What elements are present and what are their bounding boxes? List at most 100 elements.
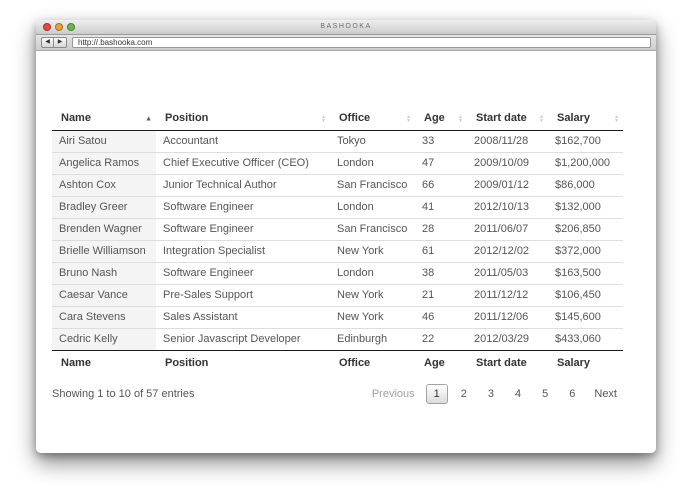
cell-age: 47 (415, 152, 467, 175)
table-row[interactable]: Ashton Cox Junior Technical Author San Fra… (52, 174, 623, 197)
minimize-button[interactable] (55, 23, 63, 31)
column-header-position[interactable]: Position ▲ ▼ (156, 107, 330, 131)
back-button[interactable]: ◀ (41, 37, 54, 48)
column-label: Office (339, 112, 371, 124)
cell-position: Junior Technical Author (156, 174, 330, 197)
cell-office: New York (330, 240, 415, 263)
cell-salary: $162,700 (548, 130, 623, 153)
cell-office: San Francisco (330, 218, 415, 241)
cell-position: Chief Executive Officer (CEO) (156, 152, 330, 175)
cell-age: 28 (415, 218, 467, 241)
cell-start-date: 2011/12/06 (467, 306, 548, 329)
sort-icon: ▲ ▼ (539, 113, 544, 124)
table-body: Airi Satou Accountant Tokyo 33 2008/11/28 $16… (52, 130, 623, 351)
cell-salary: $106,450 (548, 284, 623, 307)
cell-salary: $1,200,000 (548, 152, 623, 175)
page-button-1[interactable]: 1 (425, 384, 448, 404)
page-button-4[interactable]: 4 (507, 384, 529, 404)
cell-salary: $433,060 (555, 333, 601, 345)
table-row[interactable]: Cedric Kelly Senior Javascript Developer E… (52, 328, 623, 351)
cell-age: 46 (415, 306, 467, 329)
cell-age: 41 (415, 196, 467, 219)
cell-salary: $372,000 (548, 240, 623, 263)
cell-salary: $206,850 (548, 218, 623, 241)
column-label: Age (424, 112, 445, 124)
column-header-age[interactable]: Age ▲ ▼ (415, 107, 467, 131)
footer-column-name: Name (52, 350, 156, 376)
cell-position: Software Engineer (156, 196, 330, 219)
table-row[interactable]: Brenden Wagner Software Engineer San Franc… (52, 218, 623, 241)
next-button[interactable]: Next (588, 385, 623, 403)
page-button-5[interactable]: 5 (534, 384, 556, 404)
sort-asc-icon: ▲ (145, 115, 152, 122)
page-button-6[interactable]: 6 (561, 384, 583, 404)
footer-column-office: Office (330, 350, 415, 376)
page-button-3[interactable]: 3 (480, 384, 502, 404)
cell-office: London (330, 262, 415, 285)
cell-start-date: 2012/12/02 (467, 240, 548, 263)
table-row[interactable]: Airi Satou Accountant Tokyo 33 2008/11/28 $16… (52, 130, 623, 153)
cell-start-date: 2011/06/07 (467, 218, 548, 241)
table-header-row: Name ▲ Position ▲ ▼ Office ▲ ▼ Age ▲ ▼ Start date ▲ ▼… (52, 107, 623, 131)
cell-office: New York (330, 306, 415, 329)
data-table: Name ▲ Position ▲ ▼ Office ▲ ▼ Age ▲ ▼ Start date ▲ ▼… (52, 107, 623, 376)
url-field[interactable]: http://.bashooka.com (72, 37, 651, 48)
cell-age: 38 (415, 262, 467, 285)
footer-column-start-date: Start date (467, 350, 548, 376)
footer-column-salary: Salary (548, 350, 623, 376)
cell-salary: $163,500 (548, 262, 623, 285)
close-button[interactable] (43, 23, 51, 31)
cell-start-date: 2011/12/12 (467, 284, 548, 307)
window-title: BASHOOKA (320, 23, 372, 30)
column-header-office[interactable]: Office ▲ ▼ (330, 107, 415, 131)
cell-salary: $132,000 (548, 196, 623, 219)
column-label: Salary (557, 112, 591, 124)
cell-position: Software Engineer (156, 262, 330, 285)
page-content: Name ▲ Position ▲ ▼ Office ▲ ▼ Age ▲ ▼ Start date ▲ ▼… (36, 51, 656, 404)
table-controls: Showing 1 to 10 of 57 entries Previous 1… (52, 384, 623, 404)
table-row[interactable]: Caesar Vance Pre-Sales Support New York 21 2… (52, 284, 623, 307)
column-header-name[interactable]: Name ▲ (52, 107, 156, 131)
cell-position: Pre-Sales Support (156, 284, 330, 307)
back-icon: ◀ (45, 39, 50, 45)
column-label: Name (61, 112, 91, 124)
forward-button[interactable]: ▶ (54, 37, 67, 48)
table-row[interactable]: Bruno Nash Software Engineer London 38 2011/… (52, 262, 623, 285)
cell-start-date: 2009/01/12 (467, 174, 548, 197)
cell-age: 33 (415, 130, 467, 153)
cell-name: Cedric Kelly (52, 328, 156, 351)
cell-office: London (330, 196, 415, 219)
cell-name: Angelica Ramos (52, 152, 156, 175)
table-row[interactable]: Angelica Ramos Chief Executive Officer (C… (52, 152, 623, 175)
table-row[interactable]: Brielle Williamson Integration Specialist… (52, 240, 623, 263)
sort-icon: ▲ ▼ (406, 113, 411, 124)
footer-column-position: Position (156, 350, 330, 376)
column-header-start-date[interactable]: Start date ▲ ▼ (467, 107, 548, 131)
table-row[interactable]: Cara Stevens Sales Assistant New York 46 201… (52, 306, 623, 329)
cell-position: Accountant (156, 130, 330, 153)
cell-salary: $145,600 (548, 306, 623, 329)
cell-position: Sales Assistant (156, 306, 330, 329)
previous-button[interactable]: Previous (366, 385, 421, 403)
cell-salary: $86,000 (548, 174, 623, 197)
cell-office: New York (330, 284, 415, 307)
cell-age: 21 (415, 284, 467, 307)
cell-position: Software Engineer (156, 218, 330, 241)
table-row[interactable]: Bradley Greer Software Engineer London 41 20… (52, 196, 623, 219)
table-info: Showing 1 to 10 of 57 entries (52, 388, 195, 400)
page-button-2[interactable]: 2 (453, 384, 475, 404)
zoom-button[interactable] (67, 23, 75, 31)
cell-age: 66 (415, 174, 467, 197)
cell-name: Bradley Greer (52, 196, 156, 219)
cell-office: Tokyo (330, 130, 415, 153)
forward-icon: ▶ (57, 39, 63, 45)
cell-position: Integration Specialist (156, 240, 330, 263)
cell-name: Airi Satou (52, 130, 156, 153)
cell-name: Caesar Vance (52, 284, 156, 307)
cell-name: Brenden Wagner (52, 218, 156, 241)
column-header-salary[interactable]: Salary ▲ ▼ (548, 107, 623, 131)
window-titlebar[interactable]: BASHOOKA (36, 20, 656, 35)
cell-office: San Francisco (330, 174, 415, 197)
column-label: Position (165, 112, 209, 124)
cell-age: 22 (422, 333, 435, 345)
